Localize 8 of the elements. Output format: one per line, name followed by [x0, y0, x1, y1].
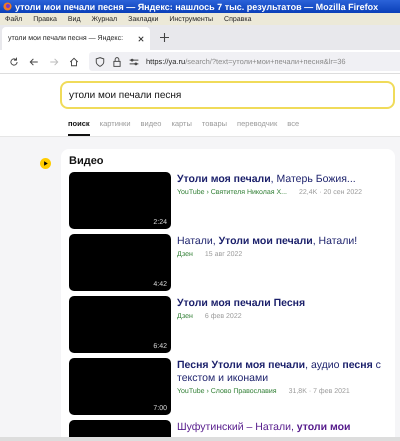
window-title: утоли мои печали песня — Яндекс: нашлось 7 тыс. результатов — Mozilla Firefox: [15, 2, 378, 12]
video-title[interactable]: Натали, Утоли мои печали, Натали!: [177, 235, 358, 248]
video-title[interactable]: Шуфутинский – Натали, утоли мои: [177, 421, 350, 434]
section-heading: Видео: [69, 155, 105, 167]
video-title[interactable]: Утоли моя печали Песня: [177, 297, 306, 310]
search-field[interactable]: утоли мои печали песня: [60, 81, 395, 109]
video-title[interactable]: Песня Утоли моя печали, аудио песня с текстом и иконами: [177, 359, 387, 385]
video-title[interactable]: Утоли моя печали, Матерь Божия...: [177, 173, 362, 186]
